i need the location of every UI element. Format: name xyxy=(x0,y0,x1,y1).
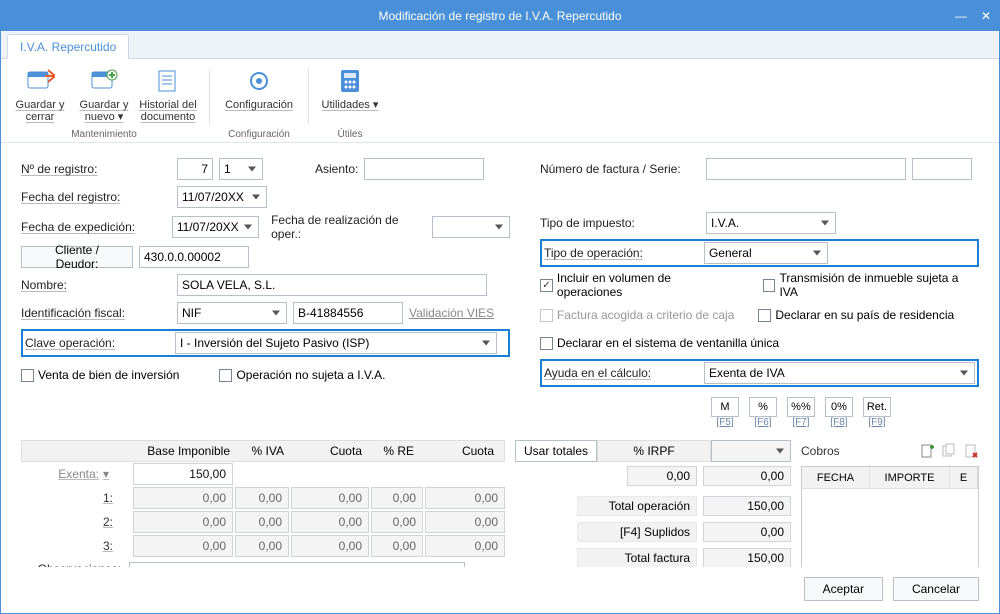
save-new-button[interactable]: Guardar y nuevo ▾ xyxy=(73,63,135,125)
lbl-tipo-operacion: Tipo de operación: xyxy=(544,246,698,260)
lbl-total-factura: Total factura xyxy=(577,548,697,567)
irpf-select[interactable] xyxy=(711,440,791,462)
cliente-deudor-button[interactable]: Cliente / Deudor: xyxy=(21,246,133,268)
idfiscal-tipo-select[interactable]: NIF xyxy=(177,302,287,324)
total-factura-value: 150,00 xyxy=(703,548,791,567)
window-title: Modificación de registro de I.V.A. Reper… xyxy=(378,9,621,23)
qb-f6: [F6] xyxy=(754,417,771,428)
aceptar-button[interactable]: Aceptar xyxy=(804,577,883,601)
fecha-expedicion-select[interactable]: 11/07/20XX xyxy=(172,216,259,238)
irpf-val: 0,00 xyxy=(627,466,697,486)
save-close-button[interactable]: Guardar y cerrar xyxy=(9,63,71,125)
line-3: 3: 0,00 0,00 0,00 0,00 0,00 xyxy=(21,534,505,558)
calculator-icon xyxy=(333,65,367,97)
tab-iva-repercutido[interactable]: I.V.A. Repercutido xyxy=(7,34,129,59)
serie-input[interactable] xyxy=(912,158,972,180)
suplidos-value: 0,00 xyxy=(703,522,791,542)
utilities-button[interactable]: Utilidades ▾ xyxy=(319,63,381,113)
cliente-input[interactable] xyxy=(139,246,249,268)
lbl-ayuda-calculo: Ayuda en el cálculo: xyxy=(544,366,698,380)
lbl-total-operacion: Total operación xyxy=(577,496,697,516)
asiento-input[interactable] xyxy=(364,158,484,180)
save-new-icon xyxy=(87,65,121,97)
fecha-registro-select[interactable]: 11/07/20XX xyxy=(177,186,267,208)
lbl-tipo-impuesto: Tipo de impuesto: xyxy=(540,216,700,230)
qb-zero[interactable]: 0% xyxy=(825,397,853,417)
lbl-clave-operacion: Clave operación: xyxy=(25,336,169,350)
idfiscal-num-input[interactable] xyxy=(293,302,403,324)
gear-icon xyxy=(242,65,276,97)
total-operacion-value: 150,00 xyxy=(703,496,791,516)
qb-f7: [F7] xyxy=(792,417,809,428)
config-button[interactable]: Configuración xyxy=(220,63,298,113)
chk-op-no-sujeta[interactable]: Operación no sujeta a I.V.A. xyxy=(219,368,385,382)
qb-f5: [F5] xyxy=(716,417,733,428)
chk-ventanilla-unica[interactable]: Declarar en el sistema de ventanilla úni… xyxy=(540,336,779,350)
lbl-nregistro: Nº de registro: xyxy=(21,162,171,176)
cobros-table[interactable]: FECHA IMPORTE E xyxy=(801,466,979,567)
qb-f9: [F9] xyxy=(868,417,885,428)
fecha-oper-select[interactable] xyxy=(432,216,510,238)
save-close-icon xyxy=(23,65,57,97)
history-button[interactable]: Historial del documento xyxy=(137,63,199,125)
line-exenta: Exenta:▾ 150,00 xyxy=(21,462,505,486)
num-factura-input[interactable] xyxy=(706,158,906,180)
qb-m[interactable]: M xyxy=(711,397,739,417)
lbl-asiento: Asiento: xyxy=(315,162,358,176)
ribbon-group-utiles: Útiles xyxy=(333,129,366,142)
delete-doc-icon[interactable] xyxy=(963,443,979,459)
exenta-base-input[interactable]: 150,00 xyxy=(133,463,233,485)
line-1: 1: 0,00 0,00 0,00 0,00 0,00 xyxy=(21,486,505,510)
cancelar-button[interactable]: Cancelar xyxy=(893,577,979,601)
history-icon xyxy=(151,65,185,97)
add-doc-icon[interactable] xyxy=(919,443,935,459)
ribbon-group-config: Configuración xyxy=(224,129,294,142)
copy-doc-icon[interactable] xyxy=(941,443,957,459)
tabstrip: I.V.A. Repercutido xyxy=(1,31,999,59)
ribbon: Guardar y cerrar Guardar y nuevo ▾ Histo… xyxy=(1,59,999,143)
chk-volumen-operaciones[interactable]: ✓Incluir en volumen de operaciones xyxy=(540,271,739,299)
qb-ret[interactable]: Ret. xyxy=(863,397,891,417)
tipo-impuesto-select[interactable]: I.V.A. xyxy=(706,212,836,234)
qb-pctpct[interactable]: %% xyxy=(787,397,815,417)
lbl-fecha-expedicion: Fecha de expedición: xyxy=(21,220,166,234)
clave-operacion-select[interactable]: I - Inversión del Sujeto Pasivo (ISP) xyxy=(175,332,497,354)
qb-f8: [F8] xyxy=(830,417,847,428)
chk-transmision-inmueble[interactable]: Transmisión de inmueble sujeta a IVA xyxy=(763,271,979,299)
nregistro-b-select[interactable]: 1 xyxy=(219,158,263,180)
lbl-suplidos[interactable]: [F4] Suplidos xyxy=(577,522,697,542)
irpf-cuota: 0,00 xyxy=(703,466,791,486)
lbl-pct-irpf: % IRPF xyxy=(597,440,711,462)
col-e: E xyxy=(950,467,978,488)
chk-criterio-caja: Factura acogida a criterio de caja xyxy=(540,308,734,322)
col-importe: IMPORTE xyxy=(870,467,950,488)
nregistro-a-input[interactable] xyxy=(177,158,213,180)
lbl-fecha-registro: Fecha del registro: xyxy=(21,190,171,204)
usar-totales-button[interactable]: Usar totales xyxy=(515,440,597,462)
lines-header: Base Imponible % IVA Cuota % RE Cuota xyxy=(21,440,505,462)
ayuda-calculo-select[interactable]: Exenta de IVA xyxy=(704,362,975,384)
minimize-icon[interactable]: — xyxy=(955,9,967,23)
lbl-fecha-oper: Fecha de realización de oper.: xyxy=(271,213,426,241)
lbl-idfiscal: Identificación fiscal: xyxy=(21,306,171,320)
tipo-operacion-select[interactable]: General xyxy=(704,242,828,264)
lbl-nombre: Nombre: xyxy=(21,278,171,292)
titlebar: Modificación de registro de I.V.A. Reper… xyxy=(1,1,999,31)
qb-pct[interactable]: % xyxy=(749,397,777,417)
close-icon[interactable]: ✕ xyxy=(981,9,991,23)
vies-link[interactable]: Validación VIES xyxy=(409,306,494,320)
ribbon-group-mantenimiento: Mantenimiento xyxy=(67,129,141,142)
lbl-cobros: Cobros xyxy=(801,444,913,458)
lbl-num-factura: Número de factura / Serie: xyxy=(540,162,700,176)
col-fecha: FECHA xyxy=(802,467,870,488)
chk-pais-residencia[interactable]: Declarar en su país de residencia xyxy=(758,308,954,322)
line-2: 2: 0,00 0,00 0,00 0,00 0,00 xyxy=(21,510,505,534)
nombre-input[interactable] xyxy=(177,274,487,296)
chk-venta-bien-inversion[interactable]: Venta de bien de inversión xyxy=(21,368,179,382)
